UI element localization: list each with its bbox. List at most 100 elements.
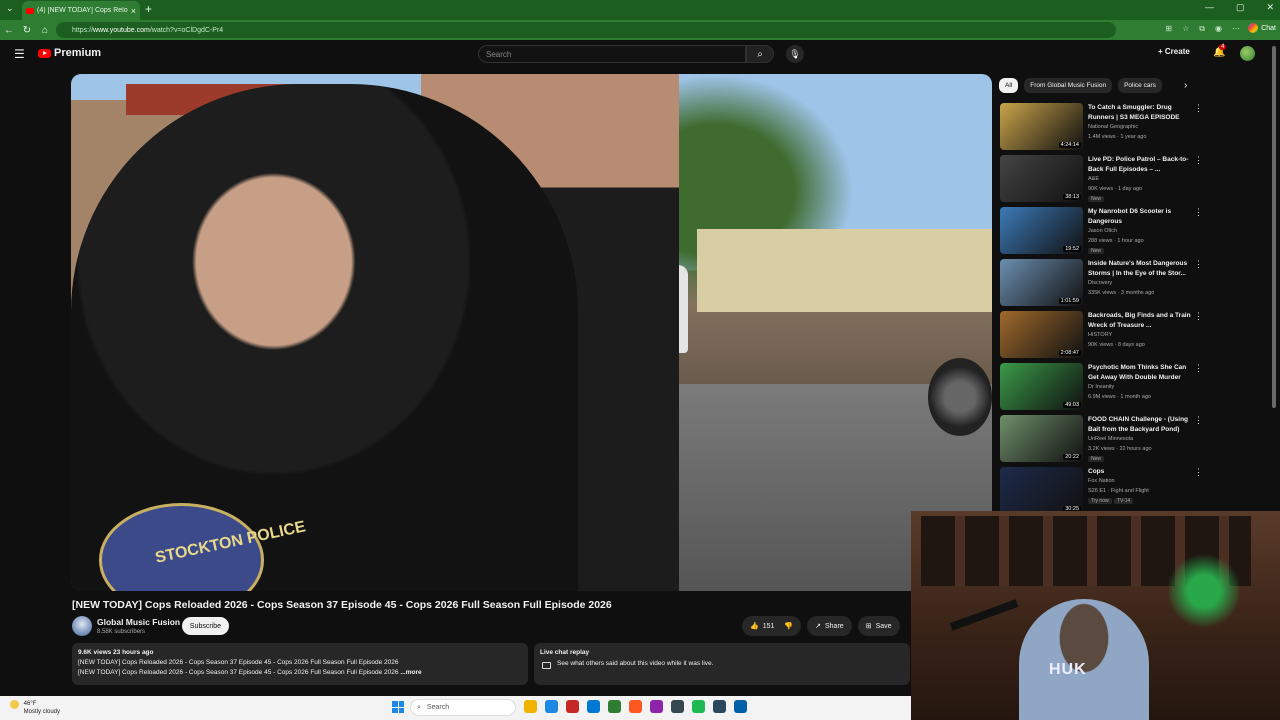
- subscribe-button[interactable]: Subscribe: [182, 617, 229, 635]
- recommended-title[interactable]: FOOD CHAIN Challenge - (Using Bait from …: [1088, 415, 1192, 434]
- recommended-video[interactable]: 4:24:14 To Catch a Smuggler: Drug Runner…: [1000, 103, 1270, 151]
- chat-logo-icon: [1248, 23, 1259, 33]
- recommended-title[interactable]: To Catch a Smuggler: Drug Runners | S3 M…: [1088, 103, 1192, 122]
- weather-widget[interactable]: 46°F Mostly cloudy: [10, 700, 60, 716]
- install-app-icon[interactable]: ⊞: [1165, 24, 1172, 34]
- channel-name[interactable]: Global Music Fusion: [97, 617, 180, 627]
- browser-menu-icon[interactable]: ⋯: [1232, 24, 1240, 34]
- more-actions-icon[interactable]: ⋮: [1194, 207, 1203, 218]
- taskbar-search-field[interactable]: ⌕ Search: [410, 699, 516, 716]
- taskbar-app-icon[interactable]: [608, 700, 621, 713]
- minimize-icon[interactable]: —: [1205, 2, 1214, 13]
- recommended-title[interactable]: My Nanrobot D6 Scooter is Dangerous: [1088, 207, 1192, 226]
- extensions-icon[interactable]: ⧉: [1199, 24, 1205, 34]
- youtube-logo[interactable]: Premium: [38, 47, 101, 59]
- search-input[interactable]: Search: [478, 45, 746, 63]
- create-button[interactable]: + Create: [1158, 47, 1190, 56]
- recommended-channel[interactable]: HISTORY: [1088, 332, 1112, 338]
- chip-from-channel[interactable]: From Global Music Fusion: [1024, 78, 1113, 93]
- microphone-arm: [949, 599, 1019, 631]
- video-thumbnail[interactable]: 30:25: [1000, 467, 1083, 514]
- recommended-title[interactable]: Cops: [1088, 467, 1192, 477]
- taskbar-app-icon[interactable]: [587, 700, 600, 713]
- recommended-channel[interactable]: Fox Nation: [1088, 478, 1115, 484]
- video-thumbnail[interactable]: 49:03: [1000, 363, 1083, 410]
- taskbar-app-icon[interactable]: [650, 700, 663, 713]
- like-icon[interactable]: 👍: [750, 622, 759, 630]
- weather-temp: 46°F: [23, 701, 37, 707]
- taskbar-app-icon[interactable]: [692, 700, 705, 713]
- shirt-logo: HUK: [1049, 661, 1087, 678]
- like-count[interactable]: 151: [763, 623, 775, 630]
- description-box[interactable]: 9.6K views 23 hours ago [NEW TODAY] Cops…: [72, 643, 528, 685]
- description-line: [NEW TODAY] Cops Reloaded 2026 - Cops Se…: [78, 668, 522, 678]
- taskbar-app-icon[interactable]: [566, 700, 579, 713]
- share-button[interactable]: ↗ Share: [807, 616, 852, 636]
- recommended-channel[interactable]: National Geographic: [1088, 124, 1138, 130]
- more-actions-icon[interactable]: ⋮: [1194, 311, 1203, 322]
- bookmark-star-icon[interactable]: ☆: [1182, 24, 1189, 34]
- video-thumbnail[interactable]: 38:13: [1000, 155, 1083, 202]
- show-more-link[interactable]: ...more: [400, 669, 421, 676]
- back-icon[interactable]: ←: [0, 25, 18, 36]
- more-actions-icon[interactable]: ⋮: [1194, 259, 1203, 270]
- windows-start-icon[interactable]: [392, 701, 404, 713]
- more-actions-icon[interactable]: ⋮: [1194, 155, 1203, 166]
- close-window-icon[interactable]: ✕: [1266, 2, 1274, 13]
- recommended-title[interactable]: Psychotic Mom Thinks She Can Get Away Wi…: [1088, 363, 1192, 382]
- close-tab-icon[interactable]: ×: [131, 6, 136, 16]
- video-thumbnail[interactable]: 2:08:47: [1000, 311, 1083, 358]
- maximize-icon[interactable]: ▢: [1236, 2, 1245, 13]
- more-actions-icon[interactable]: ⋮: [1194, 467, 1203, 478]
- recommended-video[interactable]: 30:25 Cops Fox Nation S26 E1 · Fight and…: [1000, 467, 1270, 515]
- recommended-title[interactable]: Live PD: Police Patrol – Back-to-Back Fu…: [1088, 155, 1192, 174]
- user-avatar[interactable]: [1240, 46, 1255, 61]
- tab-search-icon[interactable]: ⌄: [6, 3, 14, 14]
- video-thumbnail[interactable]: 1:01:59: [1000, 259, 1083, 306]
- new-tab-button[interactable]: +: [145, 2, 152, 16]
- save-button[interactable]: ⊞ Save: [857, 616, 900, 636]
- recommended-title[interactable]: Inside Nature's Most Dangerous Storms | …: [1088, 259, 1192, 278]
- video-player[interactable]: STOCKTON POLICE: [71, 74, 992, 591]
- taskbar-app-icon[interactable]: [671, 700, 684, 713]
- channel-avatar[interactable]: [72, 616, 92, 636]
- video-thumbnail[interactable]: 20:22: [1000, 415, 1083, 462]
- search-button[interactable]: ⌕: [746, 45, 774, 63]
- reload-icon[interactable]: ↻: [18, 25, 36, 36]
- recommended-channel[interactable]: A&E: [1088, 176, 1099, 182]
- url-field[interactable]: https://www.youtube.com/watch?v=oClDgdC-…: [56, 22, 1116, 38]
- recommended-channel[interactable]: Jason Oltch: [1088, 228, 1117, 234]
- recommended-title[interactable]: Backroads, Big Finds and a Train Wreck o…: [1088, 311, 1192, 330]
- more-actions-icon[interactable]: ⋮: [1194, 415, 1203, 426]
- chevron-right-icon[interactable]: ›: [1184, 80, 1187, 91]
- video-thumbnail[interactable]: 4:24:14: [1000, 103, 1083, 150]
- more-actions-icon[interactable]: ⋮: [1194, 103, 1203, 114]
- taskbar-app-icon[interactable]: [524, 700, 537, 713]
- recommended-video[interactable]: 49:03 Psychotic Mom Thinks She Can Get A…: [1000, 363, 1270, 411]
- more-actions-icon[interactable]: ⋮: [1194, 363, 1203, 374]
- live-chat-replay-box[interactable]: Live chat replay See what others said ab…: [534, 643, 910, 685]
- hamburger-menu-icon[interactable]: ☰: [14, 47, 25, 61]
- recommended-video[interactable]: 38:13 Live PD: Police Patrol – Back-to-B…: [1000, 155, 1270, 203]
- chip-police-cars[interactable]: Police cars: [1118, 78, 1162, 93]
- profile-icon[interactable]: ◉: [1215, 24, 1222, 34]
- taskbar-app-icon[interactable]: [629, 700, 642, 713]
- page-scrollbar[interactable]: [1272, 46, 1276, 408]
- recommended-channel[interactable]: Dr Insanity: [1088, 384, 1114, 390]
- video-thumbnail[interactable]: 19:52: [1000, 207, 1083, 254]
- taskbar-app-icon[interactable]: [734, 700, 747, 713]
- recommended-channel[interactable]: UnReel Minnesota: [1088, 436, 1133, 442]
- browser-tab-active[interactable]: (4) [NEW TODAY] Cops Reloa... ×: [22, 1, 140, 20]
- chip-all[interactable]: All: [999, 78, 1019, 93]
- recommended-channel[interactable]: Discovery: [1088, 280, 1112, 286]
- chat-button[interactable]: Chat: [1248, 23, 1276, 33]
- recommended-video[interactable]: 19:52 My Nanrobot D6 Scooter is Dangerou…: [1000, 207, 1270, 255]
- dislike-icon[interactable]: 👎: [784, 622, 793, 630]
- home-icon[interactable]: ⌂: [36, 25, 54, 36]
- voice-search-button[interactable]: 🎙: [786, 45, 804, 63]
- taskbar-app-icon[interactable]: [713, 700, 726, 713]
- recommended-video[interactable]: 2:08:47 Backroads, Big Finds and a Train…: [1000, 311, 1270, 359]
- taskbar-app-icon[interactable]: [545, 700, 558, 713]
- recommended-video[interactable]: 20:22 FOOD CHAIN Challenge - (Using Bait…: [1000, 415, 1270, 463]
- recommended-video[interactable]: 1:01:59 Inside Nature's Most Dangerous S…: [1000, 259, 1270, 307]
